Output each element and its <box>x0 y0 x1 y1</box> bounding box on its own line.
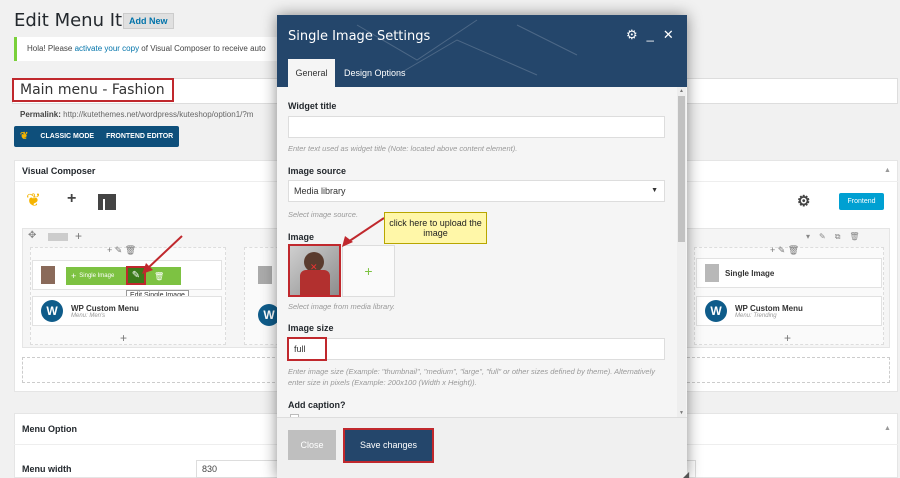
arrow-to-image-line <box>347 217 385 243</box>
arrow-to-edit-line <box>147 235 183 269</box>
arrow-to-image-head <box>342 236 353 247</box>
upload-callout: click here to upload the image <box>384 212 487 244</box>
